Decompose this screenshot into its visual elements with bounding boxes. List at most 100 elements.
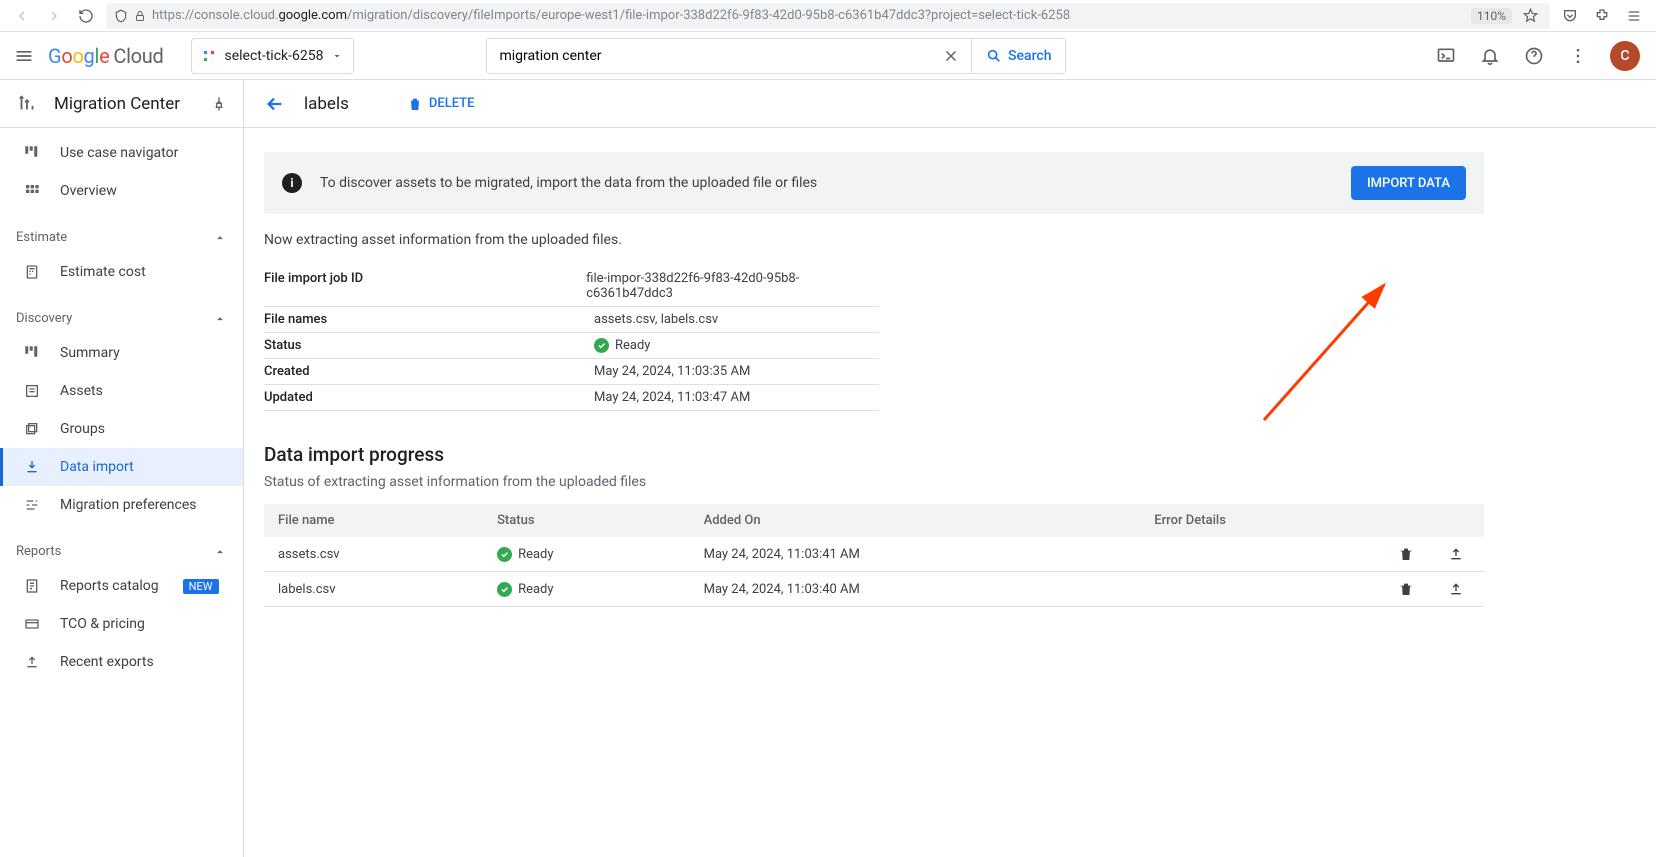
main-content: labels DELETE i To discover assets to be… bbox=[244, 80, 1656, 857]
detail-row: Created May 24, 2024, 11:03:35 AM bbox=[264, 359, 879, 385]
migration-center-icon bbox=[16, 93, 38, 115]
delete-row-button[interactable] bbox=[1398, 546, 1420, 562]
browser-toolbar: https://console.cloud.google.com/migrati… bbox=[0, 0, 1656, 32]
nav-estimate-cost[interactable]: Estimate cost bbox=[0, 253, 243, 291]
help-icon[interactable] bbox=[1522, 44, 1546, 68]
extracting-status: Now extracting asset information from th… bbox=[264, 232, 1484, 248]
project-icon bbox=[202, 49, 216, 63]
nav-data-import[interactable]: Data import bbox=[0, 448, 243, 486]
col-filename: File name bbox=[264, 504, 483, 537]
nav-migration-preferences[interactable]: Migration preferences bbox=[0, 486, 243, 524]
dashboard-icon bbox=[22, 343, 42, 363]
new-badge: NEW bbox=[183, 579, 219, 594]
cell-filename: labels.csv bbox=[264, 572, 483, 607]
url-text: https://console.cloud.google.com/migrati… bbox=[152, 8, 1465, 23]
nav-tco-pricing[interactable]: TCO & pricing bbox=[0, 605, 243, 643]
cell-errors bbox=[1140, 537, 1384, 572]
nav-reports-catalog[interactable]: Reports catalog NEW bbox=[0, 567, 243, 605]
browser-menu-icon[interactable] bbox=[1622, 4, 1646, 28]
detail-value: Ready bbox=[594, 338, 650, 353]
chevron-up-icon bbox=[213, 312, 227, 326]
delete-button[interactable]: DELETE bbox=[407, 96, 475, 112]
col-status: Status bbox=[483, 504, 690, 537]
chevron-up-icon bbox=[213, 231, 227, 245]
delete-label: DELETE bbox=[429, 96, 475, 111]
nav-label: Data import bbox=[60, 459, 134, 475]
user-avatar[interactable]: C bbox=[1610, 41, 1640, 71]
browser-forward-button[interactable] bbox=[42, 4, 66, 28]
import-icon bbox=[22, 457, 42, 477]
nav-label: Estimate cost bbox=[60, 264, 146, 280]
calc-icon bbox=[22, 262, 42, 282]
nav-use-case-navigator[interactable]: Use case navigator bbox=[0, 134, 243, 172]
apps-icon bbox=[22, 181, 42, 201]
pin-icon[interactable] bbox=[211, 96, 227, 112]
search-icon bbox=[986, 48, 1002, 64]
browser-reload-button[interactable] bbox=[74, 4, 98, 28]
detail-row: Updated May 24, 2024, 11:03:47 AM bbox=[264, 385, 879, 411]
card-icon bbox=[22, 614, 42, 634]
progress-table: File name Status Added On Error Details … bbox=[264, 504, 1484, 607]
nav-label: Overview bbox=[60, 183, 117, 199]
page-title: labels bbox=[304, 94, 349, 114]
cell-filename: assets.csv bbox=[264, 537, 483, 572]
search-box: Search bbox=[486, 38, 1066, 74]
back-button[interactable] bbox=[264, 93, 286, 115]
zoom-level[interactable]: 110% bbox=[1471, 8, 1512, 24]
detail-value: assets.csv, labels.csv bbox=[594, 312, 718, 327]
dashboard-icon bbox=[22, 143, 42, 163]
col-added: Added On bbox=[690, 504, 1141, 537]
sidebar-title: Migration Center bbox=[54, 94, 195, 114]
nav-summary[interactable]: Summary bbox=[0, 334, 243, 372]
detail-label: File import job ID bbox=[264, 271, 586, 301]
nav-label: Summary bbox=[60, 345, 120, 361]
notifications-icon[interactable] bbox=[1478, 44, 1502, 68]
browser-back-button[interactable] bbox=[10, 4, 34, 28]
project-picker[interactable]: select-tick-6258 bbox=[191, 38, 354, 74]
chevron-down-icon bbox=[331, 50, 343, 62]
search-button-label: Search bbox=[1008, 48, 1051, 64]
detail-row: Status Ready bbox=[264, 333, 879, 359]
tune-icon bbox=[22, 495, 42, 515]
nav-label: TCO & pricing bbox=[60, 616, 145, 632]
clear-search-button[interactable] bbox=[931, 47, 971, 65]
search-input[interactable] bbox=[487, 48, 931, 64]
nav-heading-discovery[interactable]: Discovery bbox=[0, 303, 243, 334]
more-icon[interactable] bbox=[1566, 44, 1590, 68]
nav-recent-exports[interactable]: Recent exports bbox=[0, 643, 243, 681]
nav-heading-estimate[interactable]: Estimate bbox=[0, 222, 243, 253]
chevron-up-icon bbox=[213, 545, 227, 559]
success-icon bbox=[497, 582, 512, 597]
upload-row-button[interactable] bbox=[1448, 581, 1470, 597]
nav-label: Groups bbox=[60, 421, 105, 437]
upload-row-button[interactable] bbox=[1448, 546, 1470, 562]
cell-status: Ready bbox=[483, 572, 690, 607]
cloud-shell-icon[interactable] bbox=[1434, 44, 1458, 68]
table-row: labels.csv Ready May 24, 2024, 11:03:40 … bbox=[264, 572, 1484, 607]
nav-groups[interactable]: Groups bbox=[0, 410, 243, 448]
nav-heading-reports[interactable]: Reports bbox=[0, 536, 243, 567]
upload-icon bbox=[22, 652, 42, 672]
search-button[interactable]: Search bbox=[971, 38, 1065, 74]
google-cloud-logo[interactable]: Google Cloud bbox=[48, 44, 163, 68]
bookmark-icon[interactable] bbox=[1518, 4, 1542, 28]
import-data-button[interactable]: IMPORT DATA bbox=[1351, 166, 1466, 200]
browser-extensions-icon[interactable] bbox=[1590, 4, 1614, 28]
detail-row: File names assets.csv, labels.csv bbox=[264, 307, 879, 333]
detail-label: Created bbox=[264, 364, 594, 379]
success-icon bbox=[594, 338, 609, 353]
detail-value: file-impor-338d22f6-9f83-42d0-95b8-c6361… bbox=[586, 271, 879, 301]
table-row: assets.csv Ready May 24, 2024, 11:03:41 … bbox=[264, 537, 1484, 572]
browser-url-bar[interactable]: https://console.cloud.google.com/migrati… bbox=[106, 3, 1550, 29]
delete-row-button[interactable] bbox=[1398, 581, 1420, 597]
nav-overview[interactable]: Overview bbox=[0, 172, 243, 210]
nav-label: Recent exports bbox=[60, 654, 154, 670]
sidebar-top-section: Use case navigator Overview bbox=[0, 128, 243, 216]
page-header: labels DELETE bbox=[244, 80, 1656, 128]
browser-pocket-icon[interactable] bbox=[1558, 4, 1582, 28]
nav-assets[interactable]: Assets bbox=[0, 372, 243, 410]
success-icon bbox=[497, 547, 512, 562]
progress-heading: Data import progress bbox=[264, 443, 1484, 466]
cell-errors bbox=[1140, 572, 1384, 607]
nav-menu-button[interactable] bbox=[12, 44, 36, 68]
